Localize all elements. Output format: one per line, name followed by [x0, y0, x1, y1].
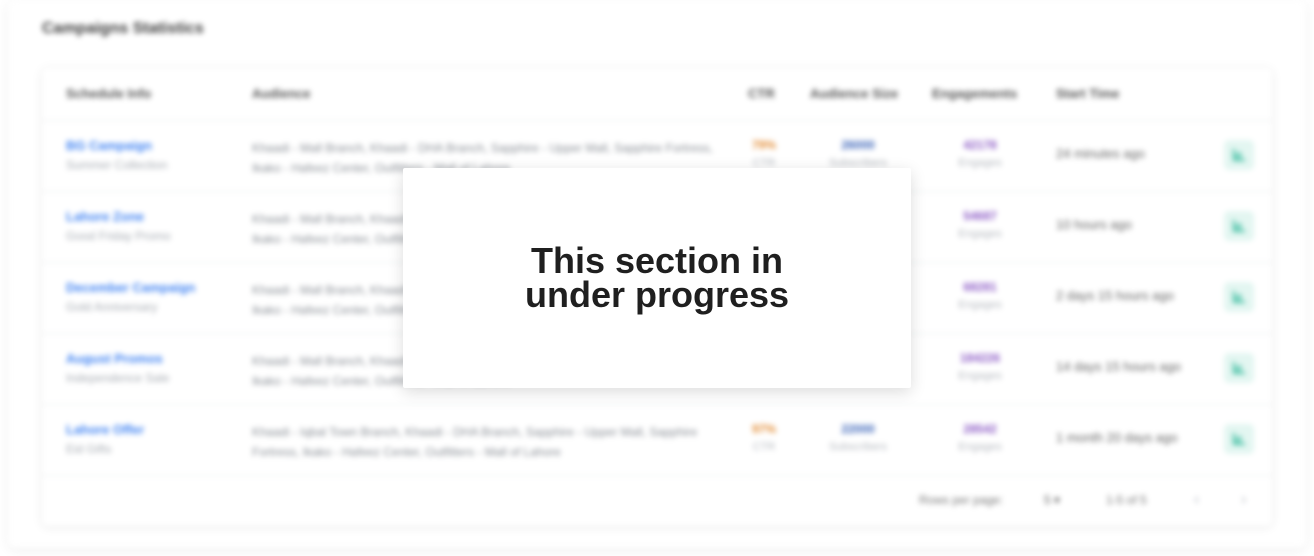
engagements-value: 54687 [963, 209, 997, 223]
engagements-cell: 184226 Engages [942, 351, 1018, 382]
engagements-value: 42178 [963, 138, 997, 152]
chart-icon [1233, 362, 1245, 374]
rows-per-page-value: 5 [1044, 493, 1051, 507]
start-time: 2 days 15 hours ago [1056, 288, 1174, 303]
chart-icon [1233, 149, 1245, 161]
campaign-subtitle: Gold Anniversary [66, 300, 158, 314]
engagements-value: 28542 [963, 422, 997, 436]
pagination: Rows per page: 5 ▾ 1-5 of 5 ‹ › [42, 475, 1272, 526]
campaign-name-link[interactable]: August Promos [66, 351, 169, 366]
overlay-message: This section in under progress [524, 240, 790, 315]
audience-cell: Khaadi - Iqbal Town Branch, Khaadi - DHA… [252, 425, 698, 459]
ctr-value: 79% [751, 138, 777, 152]
chart-icon [1233, 220, 1245, 232]
col-audience-size: Audience Size [810, 86, 899, 101]
stats-button[interactable] [1224, 140, 1254, 170]
audience-size-value: 22000 [841, 422, 875, 436]
engagements-label: Engages [958, 228, 1002, 240]
engagements-label: Engages [958, 299, 1002, 311]
campaign-name-link[interactable]: Lahore Offer [66, 422, 144, 437]
table-header: Schedule Info Audience CTR Audience Size… [42, 68, 1272, 121]
rows-per-page-label: Rows per page: [919, 493, 1004, 507]
schedule-info-cell: BG Campaign Summer Collection [66, 138, 167, 172]
chevron-left-icon[interactable]: ‹ [1194, 491, 1199, 509]
col-schedule-info: Schedule Info [66, 86, 152, 101]
audience-size-cell: 22000 Subscribers [812, 422, 904, 453]
audience-size-cell: 26000 Subscribers [812, 138, 904, 169]
pagination-range: 1-5 of 5 [1106, 493, 1147, 507]
start-time: 1 month 20 days ago [1056, 430, 1178, 445]
stats-button[interactable] [1224, 211, 1254, 241]
schedule-info-cell: December Campaign Gold Anniversary [66, 280, 195, 314]
start-time: 14 days 15 hours ago [1056, 359, 1182, 374]
chart-icon [1233, 433, 1245, 445]
start-time: 24 minutes ago [1056, 146, 1145, 161]
col-engagements: Engagements [932, 86, 1018, 101]
audience-size-value: 26000 [841, 138, 875, 152]
col-audience: Audience [252, 86, 311, 101]
engagements-label: Engages [958, 157, 1002, 169]
page: Campaigns Statistics Schedule Info Audie… [0, 0, 1314, 556]
engagements-label: Engages [958, 370, 1002, 382]
campaign-name-link[interactable]: Lahore Zone [66, 209, 171, 224]
section-title: Campaigns Statistics [42, 20, 204, 37]
campaign-name-link[interactable]: December Campaign [66, 280, 195, 295]
ctr-cell: 97% CTR [748, 422, 780, 453]
caret-down-icon: ▾ [1054, 493, 1061, 507]
ctr-value: 97% [751, 422, 777, 436]
engagements-cell: 68281 Engages [942, 280, 1018, 311]
rows-per-page-select[interactable]: 5 ▾ [1044, 493, 1060, 507]
under-progress-overlay: This section in under progress [403, 168, 911, 388]
schedule-info-cell: Lahore Offer Eid Gifts [66, 422, 144, 456]
campaign-subtitle: Eid Gifts [66, 442, 112, 456]
campaign-subtitle: Independence Sale [66, 371, 170, 385]
campaign-name-link[interactable]: BG Campaign [66, 138, 167, 153]
stats-button[interactable] [1224, 424, 1254, 454]
table-row: Lahore Offer Eid Gifts Khaadi - Iqbal To… [42, 404, 1272, 476]
ctr-label: CTR [752, 441, 776, 453]
engagements-value: 68281 [963, 280, 997, 294]
schedule-info-cell: August Promos Independence Sale [66, 351, 169, 385]
campaign-subtitle: Summer Collection [66, 158, 168, 172]
chevron-right-icon[interactable]: › [1241, 491, 1246, 509]
engagements-cell: 54687 Engages [942, 209, 1018, 240]
start-time: 10 hours ago [1056, 217, 1132, 232]
campaign-subtitle: Good Friday Promo [66, 229, 171, 243]
stats-button[interactable] [1224, 282, 1254, 312]
audience-size-label: Subscribers [828, 441, 888, 453]
engagements-cell: 42178 Engages [942, 138, 1018, 169]
engagements-label: Engages [958, 441, 1002, 453]
engagements-value: 184226 [959, 351, 1001, 365]
col-ctr: CTR [748, 86, 775, 101]
schedule-info-cell: Lahore Zone Good Friday Promo [66, 209, 171, 243]
engagements-cell: 28542 Engages [942, 422, 1018, 453]
chart-icon [1233, 291, 1245, 303]
stats-button[interactable] [1224, 353, 1254, 383]
col-start-time: Start Time [1056, 86, 1120, 101]
ctr-cell: 79% CTR [748, 138, 780, 169]
